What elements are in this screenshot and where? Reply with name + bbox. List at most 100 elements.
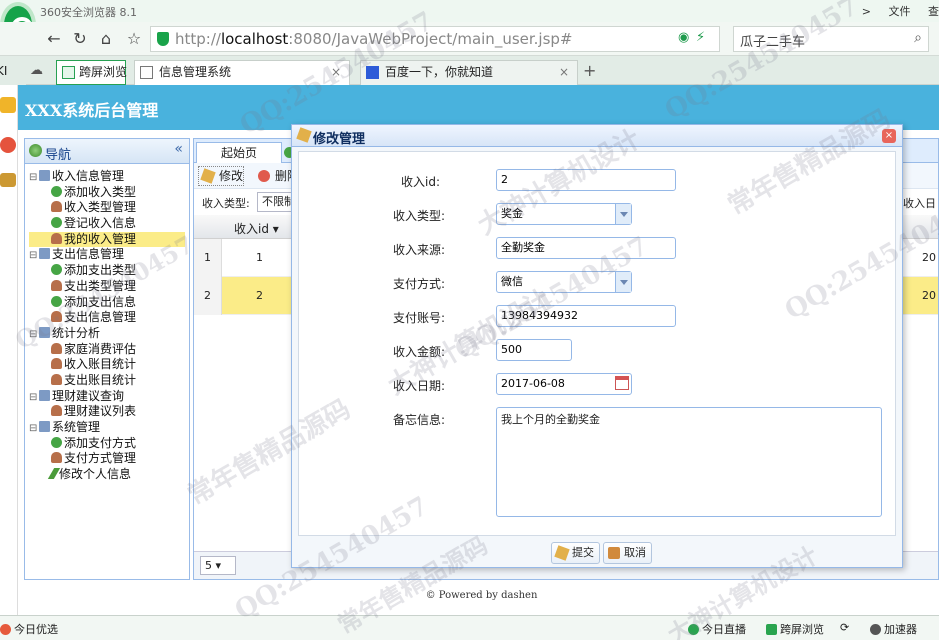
tab-info-system[interactable]: 信息管理系统 × — [134, 60, 350, 85]
close-tab-icon[interactable]: × — [331, 61, 341, 83]
delete-icon — [258, 170, 270, 182]
play-icon — [688, 624, 699, 635]
baidu-paw-icon — [366, 66, 379, 79]
nav-item[interactable]: 我的收入管理 — [29, 231, 185, 248]
back-icon[interactable]: ← — [44, 29, 64, 49]
browser-tabbar: KI ☁ 跨屏浏览 信息管理系统 × 百度一下，你就知道 × + — [0, 56, 939, 85]
submit-button[interactable]: 提交 — [551, 542, 600, 564]
close-tab-icon[interactable]: × — [559, 61, 569, 83]
status-today-picks[interactable]: 今日优选 — [0, 621, 58, 637]
column-header-id[interactable]: 收入id ▾ — [234, 220, 279, 237]
dialog-header: 修改管理 × — [292, 125, 902, 147]
folder-icon — [39, 170, 50, 181]
nav-item[interactable]: 理财建议列表 — [29, 404, 185, 420]
status-accelerator[interactable]: 加速器 — [870, 621, 917, 637]
payment-method-select[interactable]: 微信 — [496, 271, 632, 293]
search-input[interactable]: 瓜子二手车 ⌕ — [733, 26, 929, 52]
refresh-icon[interactable]: ⟳ — [840, 621, 849, 634]
pencil-icon — [296, 127, 312, 143]
nav-group-label: 收入信息管理 — [52, 169, 125, 183]
url-input[interactable]: http://localhost:8080/JavaWebProject/mai… — [150, 26, 720, 52]
tab-start-page[interactable]: 起始页 — [196, 142, 282, 163]
weibo-icon[interactable] — [0, 137, 16, 153]
nav-item[interactable]: 添加收入类型 — [29, 185, 185, 201]
nav-item[interactable]: 支出账目统计 — [29, 373, 185, 389]
menu-file[interactable]: 文件 — [889, 5, 911, 18]
nav-group[interactable]: ⊟ 统计分析 — [29, 326, 185, 342]
form-row-source: 收入来源: 全勤奖金 — [299, 237, 895, 261]
nav-item-label: 我的收入管理 — [64, 231, 137, 246]
folder-icon — [39, 326, 50, 338]
nav-item[interactable]: 添加支出类型 — [29, 263, 185, 279]
collapse-toggle-icon[interactable]: ⊟ — [29, 421, 39, 437]
tab-baidu[interactable]: 百度一下，你就知道 × — [360, 60, 578, 85]
bookmark-star-icon[interactable]: ☆ — [124, 29, 144, 49]
nav-item[interactable]: 添加支付方式 — [29, 436, 185, 452]
cloud-icon[interactable]: ☁ — [30, 63, 43, 78]
edit-button[interactable]: 修改 — [198, 166, 245, 186]
collapse-icon[interactable]: « — [174, 141, 183, 157]
nav-group[interactable]: ⊟ 支出信息管理 — [29, 247, 185, 263]
mail-icon[interactable] — [0, 173, 16, 187]
nav-item[interactable]: 登记收入信息 — [29, 216, 185, 232]
status-cross-screen[interactable]: 跨屏浏览 — [766, 621, 824, 637]
payment-account-input[interactable]: 13984394932 — [496, 305, 676, 327]
home-icon[interactable]: ⌂ — [96, 29, 116, 49]
lightning-icon[interactable]: ⚡ — [696, 30, 705, 45]
nav-item[interactable]: 收入类型管理 — [29, 200, 185, 216]
nav-item[interactable]: 添加支出信息 — [29, 295, 185, 311]
qq-icon[interactable]: ◉ — [678, 30, 689, 45]
label-income-id: 收入id: — [401, 175, 440, 189]
chevron-down-icon[interactable] — [615, 272, 631, 292]
nav-item[interactable]: 修改个人信息 — [29, 467, 185, 483]
nav-group[interactable]: ⊟ 收入信息管理 — [29, 169, 185, 185]
close-icon[interactable]: × — [882, 129, 896, 143]
page-size-select[interactable]: 5 ▾ — [200, 556, 236, 575]
nav-item-label: 支付方式管理 — [64, 451, 137, 466]
nav-group[interactable]: ⊟ 系统管理 — [29, 420, 185, 436]
favorites-star-icon[interactable] — [0, 97, 16, 113]
nav-item[interactable]: 支出类型管理 — [29, 279, 185, 295]
nav-item-label: 支出账目统计 — [64, 372, 137, 387]
income-amount-input[interactable]: 500 — [496, 339, 572, 361]
nav-title: 导航 — [45, 148, 72, 163]
nav-item[interactable]: 支付方式管理 — [29, 451, 185, 467]
cancel-button[interactable]: 取消 — [603, 542, 652, 564]
menu-view[interactable]: 查 — [928, 5, 939, 18]
url-text: http://localhost:8080/JavaWebProject/mai… — [175, 30, 573, 48]
today-icon — [0, 624, 11, 635]
dialog-footer: 提交 取消 — [292, 540, 902, 568]
collapse-toggle-icon[interactable]: ⊟ — [29, 390, 39, 406]
tab-scroll-left[interactable]: KI — [0, 60, 26, 85]
status-live[interactable]: 今日直播 — [688, 621, 746, 637]
chevron-down-icon[interactable] — [615, 204, 631, 224]
user-icon — [51, 452, 62, 464]
income-type-select[interactable]: 奖金 — [496, 203, 632, 225]
search-icon[interactable]: ⌕ — [914, 30, 922, 46]
nav-item[interactable]: 家庭消费评估 — [29, 342, 185, 358]
collapse-toggle-icon[interactable]: ⊟ — [29, 170, 39, 186]
dialog-form: 收入id: 2 收入类型: 奖金 收入来源: 全勤奖金 支付方式: 微信 支付账… — [298, 151, 896, 536]
calendar-icon[interactable] — [615, 376, 629, 390]
nav-item[interactable]: 支出信息管理 — [29, 310, 185, 326]
new-tab-button[interactable]: + — [583, 61, 596, 80]
tab-cross-screen[interactable]: 跨屏浏览 — [56, 60, 127, 85]
rocket-icon — [870, 624, 881, 635]
folder-icon — [39, 389, 50, 401]
income-id-input[interactable]: 2 — [496, 169, 676, 191]
label-income-amount: 收入金额: — [393, 345, 446, 359]
dialog-title: 修改管理 — [313, 132, 366, 147]
reload-icon[interactable]: ↻ — [70, 29, 90, 49]
cell-id: 2 — [256, 289, 263, 302]
memo-textarea[interactable]: 我上个月的全勤奖金 — [496, 407, 882, 517]
nav-group[interactable]: ⊟ 理财建议查询 — [29, 389, 185, 405]
income-date-input[interactable]: 2017-06-08 — [496, 373, 632, 395]
label-memo: 备忘信息: — [393, 413, 446, 427]
form-row-amount: 收入金额: 500 — [299, 339, 895, 363]
menu-chevron[interactable]: > — [862, 5, 871, 18]
collapse-toggle-icon[interactable]: ⊟ — [29, 248, 39, 264]
user-icon — [51, 358, 62, 370]
nav-item[interactable]: 收入账目统计 — [29, 357, 185, 373]
income-source-input[interactable]: 全勤奖金 — [496, 237, 676, 259]
collapse-toggle-icon[interactable]: ⊟ — [29, 327, 39, 343]
